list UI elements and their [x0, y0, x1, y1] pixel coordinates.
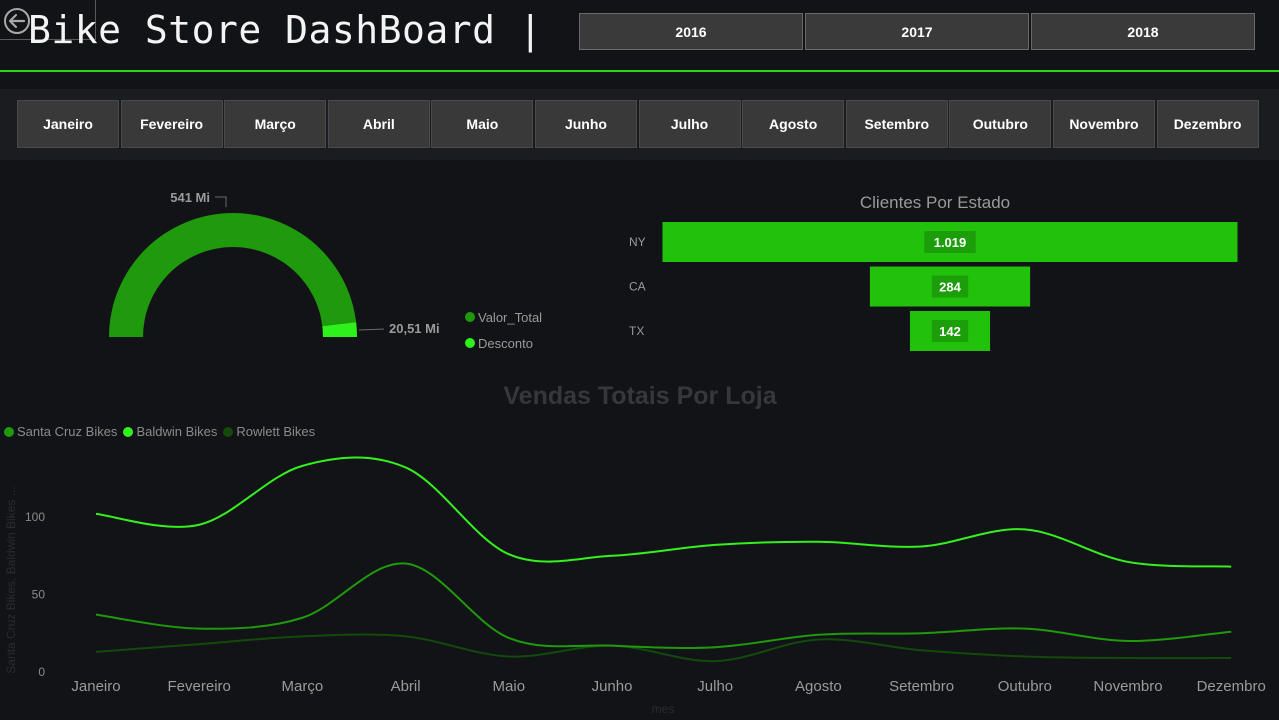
month-button-maio[interactable]: Maio — [431, 100, 534, 148]
series-line-baldwin-bikes[interactable] — [95, 456, 1232, 568]
legend-label: Valor_Total — [478, 309, 543, 325]
funnel-value-label: 142 — [939, 324, 961, 339]
page-title: Bike Store DashBoard | — [28, 8, 543, 52]
legend-item-rowlett[interactable]: Rowlett Bikes — [223, 424, 315, 439]
x-tick-label: Agosto — [795, 678, 842, 695]
gauge-chart[interactable]: 541 Mi 20,51 Mi — [100, 185, 460, 355]
x-tick-label: Junho — [592, 678, 633, 695]
month-button-novembro[interactable]: Novembro — [1052, 100, 1155, 148]
year-button-2016[interactable]: 2016 — [579, 13, 803, 50]
x-tick-label: Dezembro — [1197, 678, 1266, 695]
legend-item-valor-total[interactable]: Valor_Total — [465, 304, 542, 330]
year-button-2017[interactable]: 2017 — [805, 13, 1029, 50]
month-slicer: Janeiro Fevereiro Março Abril Maio Junho… — [17, 100, 1260, 148]
x-tick-label: Setembro — [889, 678, 954, 695]
legend-dot — [223, 426, 234, 437]
legend-dot — [465, 312, 475, 322]
gauge-discount-label: 20,51 Mi — [389, 321, 440, 336]
month-button-janeiro[interactable]: Janeiro — [17, 100, 119, 148]
gauge-total-label: 541 Mi — [170, 190, 210, 205]
month-button-abril[interactable]: Abril — [327, 100, 430, 148]
funnel-category-label: NY — [629, 235, 646, 249]
legend-item-baldwin[interactable]: Baldwin Bikes — [123, 424, 217, 439]
month-button-junho[interactable]: Junho — [534, 100, 637, 148]
legend-label: Rowlett Bikes — [236, 424, 316, 439]
month-button-dezembro[interactable]: Dezembro — [1156, 100, 1259, 148]
month-button-outubro[interactable]: Outubro — [949, 100, 1052, 148]
funnel-category-label: CA — [629, 280, 646, 294]
x-tick-label: Maio — [493, 678, 526, 695]
gauge-discount-leader — [358, 328, 385, 331]
month-button-julho[interactable]: Julho — [638, 100, 741, 148]
legend-label: Santa Cruz Bikes — [17, 424, 118, 439]
legend-dot — [4, 426, 14, 437]
legend-label: Desconto — [478, 335, 533, 351]
legend-item-desconto[interactable]: Desconto — [465, 330, 542, 356]
legend-item-santa-cruz[interactable]: Santa Cruz Bikes — [4, 424, 117, 439]
y-tick-label: 100 — [25, 510, 45, 524]
x-axis-title: mes — [652, 702, 675, 716]
line-chart[interactable]: Santa Cruz Bikes, Baldwin Bikes ... 0 50 10… — [0, 440, 1279, 720]
year-button-2018[interactable]: 2018 — [1031, 13, 1255, 50]
gauge-legend: Valor_Total Desconto — [465, 304, 542, 356]
funnel-category-label: TX — [629, 324, 644, 338]
y-tick-label: 50 — [32, 588, 46, 602]
y-axis-title: Santa Cruz Bikes, Baldwin Bikes ... — [4, 486, 18, 673]
x-tick-label: Abril — [391, 678, 421, 695]
x-tick-label: Janeiro — [71, 678, 120, 695]
gauge-total-leader — [215, 196, 227, 207]
legend-dot — [465, 338, 475, 348]
x-tick-label: Março — [282, 678, 324, 695]
line-chart-title: Vendas Totais Por Loja — [503, 382, 777, 410]
x-tick-label: Novembro — [1093, 678, 1162, 695]
funnel-value-label: 284 — [939, 280, 961, 295]
month-button-agosto[interactable]: Agosto — [742, 100, 845, 148]
x-tick-label: Julho — [697, 678, 733, 695]
x-tick-label: Outubro — [998, 678, 1052, 695]
month-button-fevereiro[interactable]: Fevereiro — [120, 100, 223, 148]
series-line-santa-cruz-bikes[interactable] — [95, 562, 1232, 649]
funnel-title: Clientes Por Estado — [859, 193, 1011, 212]
funnel-chart[interactable]: NY 1.019 CA 284 TX 142 — [620, 220, 1260, 360]
funnel-value-label: 1.019 — [934, 235, 967, 250]
y-tick-label: 0 — [38, 665, 45, 679]
x-tick-label: Fevereiro — [168, 678, 231, 695]
header-divider — [0, 70, 1279, 72]
line-chart-legend: Santa Cruz Bikes Baldwin Bikes Rowlett B… — [4, 424, 321, 439]
month-button-marco[interactable]: Março — [224, 100, 327, 148]
gauge-total-arc — [109, 213, 357, 337]
year-slicer: 2016 2017 2018 — [579, 13, 1257, 50]
month-button-setembro[interactable]: Setembro — [845, 100, 948, 148]
legend-label: Baldwin Bikes — [136, 424, 218, 439]
legend-dot — [123, 426, 134, 437]
